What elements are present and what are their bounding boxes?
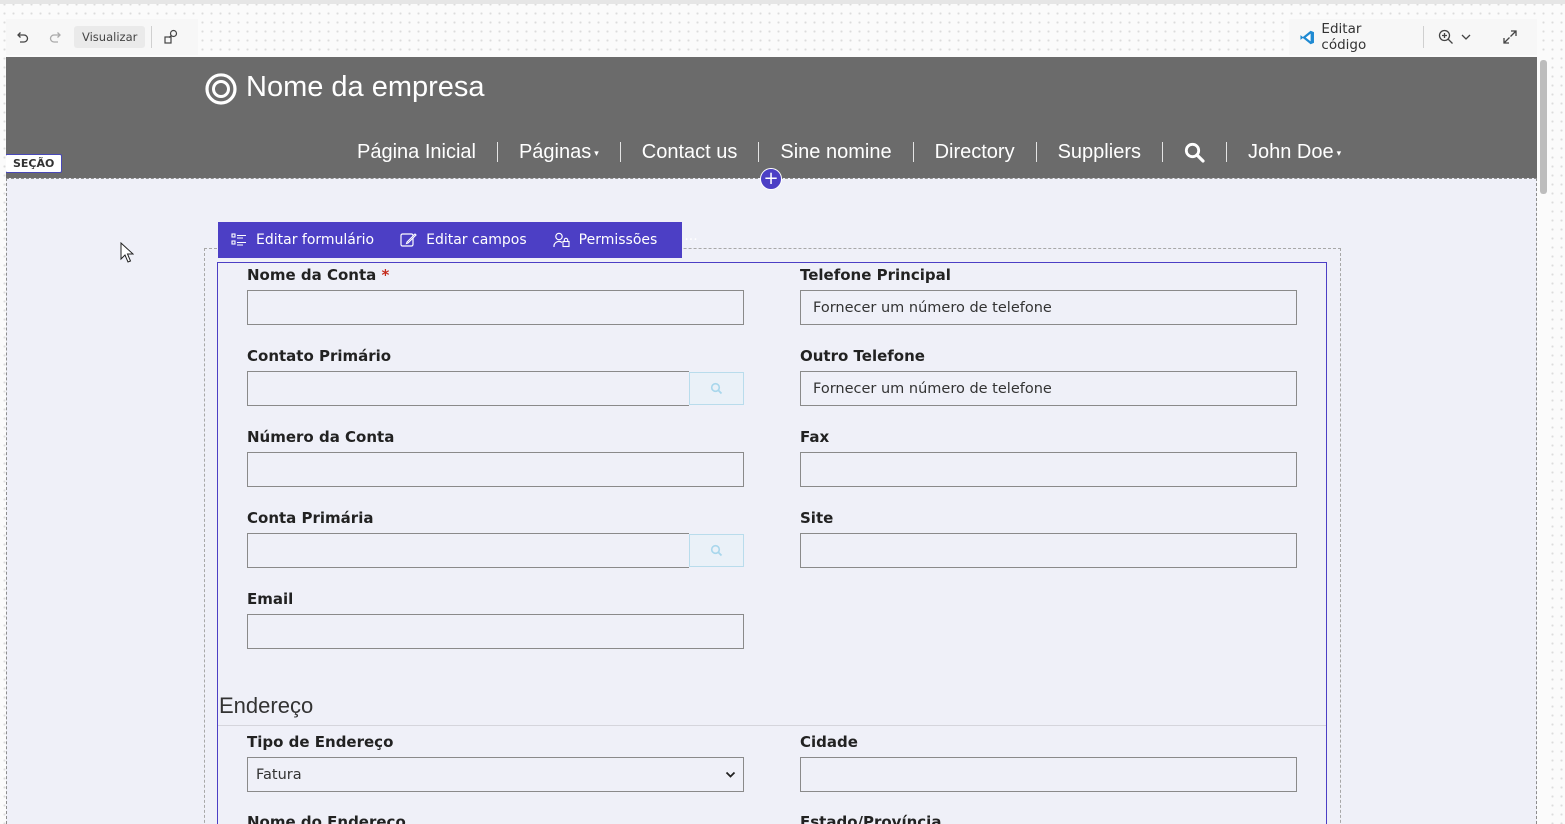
zoom-in-icon bbox=[1438, 29, 1453, 44]
account-name-input[interactable] bbox=[247, 290, 744, 325]
expand-button[interactable] bbox=[1483, 25, 1537, 49]
search-icon bbox=[710, 544, 723, 557]
nav-label: John Doe bbox=[1247, 140, 1334, 163]
chevron-down-icon bbox=[725, 771, 736, 778]
edit-form-label: Editar formulário bbox=[256, 232, 375, 248]
nav-item-sine-nomine[interactable]: Sine nomine bbox=[759, 141, 912, 164]
form-toolbar: Editar formulário Editar campos Permissõ… bbox=[218, 222, 698, 258]
company-name: Nome da empresa bbox=[246, 71, 485, 103]
parent-account-lookup-button[interactable] bbox=[689, 534, 744, 567]
nav-search-button[interactable] bbox=[1163, 142, 1226, 163]
vscode-icon bbox=[1300, 30, 1314, 44]
address-type-label: Tipo de Endereço bbox=[247, 733, 394, 751]
company-logo-icon bbox=[205, 73, 237, 105]
redo-button[interactable] bbox=[38, 25, 74, 49]
website-label: Site bbox=[800, 509, 834, 527]
address-type-selected: Fatura bbox=[256, 766, 302, 783]
account-name-label: Nome da Conta * bbox=[247, 266, 389, 284]
scrollbar-thumb[interactable] bbox=[1540, 60, 1547, 194]
edit-code-label: Editar código bbox=[1321, 21, 1367, 53]
site-header: Nome da empresa Página Inicial Páginas ▾ … bbox=[6, 57, 1537, 178]
more-options-button[interactable]: ··· bbox=[670, 222, 711, 258]
parent-account-input[interactable] bbox=[247, 533, 689, 568]
undo-button[interactable] bbox=[6, 25, 38, 49]
preview-button[interactable]: Visualizar bbox=[74, 26, 146, 48]
nav-label: Suppliers bbox=[1057, 140, 1141, 163]
nav-label: Contact us bbox=[641, 140, 738, 163]
website-input[interactable] bbox=[800, 533, 1297, 568]
top-border bbox=[0, 0, 1565, 4]
email-input[interactable] bbox=[247, 614, 744, 649]
nav-label: Página Inicial bbox=[357, 140, 476, 163]
account-number-input[interactable] bbox=[247, 452, 744, 487]
fax-label: Fax bbox=[800, 428, 830, 446]
component-button[interactable] bbox=[158, 25, 184, 49]
primary-contact-label: Contato Primário bbox=[247, 347, 392, 365]
primary-contact-input[interactable] bbox=[247, 371, 689, 406]
component-icon bbox=[164, 29, 178, 44]
edit-form-button[interactable]: Editar formulário bbox=[218, 222, 387, 258]
fax-input[interactable] bbox=[800, 452, 1297, 487]
edit-fields-button[interactable]: Editar campos bbox=[387, 222, 540, 258]
main-phone-label: Telefone Principal bbox=[800, 266, 951, 284]
nav-label: Páginas bbox=[518, 140, 592, 163]
parent-account-label: Conta Primária bbox=[247, 509, 374, 527]
nav-label: Directory bbox=[934, 140, 1015, 163]
address-section-title: Endereço bbox=[219, 693, 314, 718]
primary-contact-lookup-button[interactable] bbox=[689, 372, 744, 405]
caret-down-icon: ▾ bbox=[1336, 147, 1342, 158]
main-navigation: Página Inicial Páginas ▾ Contact us Sine … bbox=[336, 139, 1362, 165]
search-icon bbox=[710, 382, 723, 395]
mouse-cursor-icon bbox=[120, 242, 134, 263]
form-list-icon bbox=[231, 233, 246, 246]
account-number-label: Número da Conta bbox=[247, 428, 395, 446]
nav-item-suppliers[interactable]: Suppliers bbox=[1037, 141, 1162, 164]
expand-icon bbox=[1503, 30, 1517, 44]
add-section-button[interactable]: + bbox=[760, 168, 782, 190]
page-canvas: Nome da empresa Página Inicial Páginas ▾ … bbox=[6, 57, 1537, 824]
other-phone-label: Outro Telefone bbox=[800, 347, 925, 365]
search-icon bbox=[1184, 142, 1205, 163]
nav-item-directory[interactable]: Directory bbox=[914, 141, 1036, 164]
zoom-dropdown[interactable] bbox=[1430, 25, 1478, 49]
address-name-label: Nome do Endereço bbox=[247, 813, 406, 824]
toolbar-divider bbox=[1423, 26, 1425, 48]
other-phone-input[interactable]: Fornecer um número de telefone bbox=[800, 371, 1297, 406]
toolbar-divider bbox=[151, 26, 153, 48]
nav-item-contact-us[interactable]: Contact us bbox=[621, 141, 759, 164]
chevron-down-icon bbox=[1461, 34, 1471, 40]
state-label: Estado/Província bbox=[800, 813, 942, 824]
main-phone-input[interactable]: Fornecer um número de telefone bbox=[800, 290, 1297, 325]
permissions-button[interactable]: Permissões bbox=[540, 222, 671, 258]
nav-item-user-menu[interactable]: John Doe ▾ bbox=[1227, 141, 1362, 164]
field-label-text: Nome da Conta bbox=[247, 266, 377, 284]
city-input[interactable] bbox=[800, 757, 1297, 792]
undo-icon bbox=[17, 32, 29, 43]
edit-fields-label: Editar campos bbox=[426, 232, 527, 248]
user-lock-icon bbox=[553, 232, 570, 248]
redo-icon bbox=[49, 32, 61, 43]
address-type-select[interactable]: Fatura bbox=[247, 757, 744, 792]
designer-toolbar-right: Editar código bbox=[1289, 19, 1537, 55]
permissions-label: Permissões bbox=[578, 232, 658, 248]
caret-down-icon: ▾ bbox=[594, 147, 599, 158]
designer-toolbar-left: Visualizar bbox=[6, 19, 198, 55]
nav-label: Sine nomine bbox=[780, 140, 892, 163]
section-divider bbox=[218, 725, 1326, 726]
section-label[interactable]: SEÇÃO bbox=[6, 154, 63, 173]
edit-fields-icon bbox=[400, 233, 417, 247]
nav-item-home[interactable]: Página Inicial bbox=[336, 141, 497, 164]
edit-code-button[interactable]: Editar código bbox=[1289, 21, 1417, 53]
city-label: Cidade bbox=[800, 733, 858, 751]
email-label: Email bbox=[247, 590, 294, 608]
nav-item-pages[interactable]: Páginas ▾ bbox=[498, 141, 620, 164]
required-mark: * bbox=[381, 266, 390, 284]
